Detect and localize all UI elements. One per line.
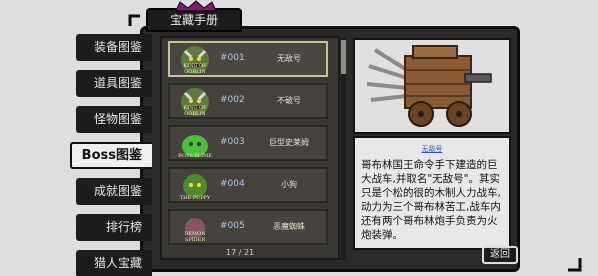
boss-number: #002: [220, 95, 245, 105]
nav-item-leaderboard[interactable]: 排行榜: [76, 214, 152, 241]
window-title: 宝藏手册: [169, 13, 218, 27]
boss-detail-info: 无敌号 哥布林国王命令手下建造的巨大战车,并取名"无敌号"。其实只是个松的很的木…: [353, 136, 511, 250]
boss-number: #005: [220, 221, 245, 231]
list-scrollbar[interactable]: [341, 38, 346, 260]
nav-item-label: 道具图鉴: [93, 76, 142, 90]
nav-item-hunter-treasure[interactable]: 猎人宝藏: [76, 250, 152, 276]
corner-decoration-tl: [128, 14, 140, 26]
boss-number: #001: [220, 53, 245, 63]
scrollbar-thumb[interactable]: [341, 40, 346, 74]
nav-item-label: 成就图鉴: [93, 184, 142, 198]
back-button-label: 返回: [490, 249, 510, 260]
nav-item-label: 装备图鉴: [93, 40, 142, 54]
portrait-label: BOSS SLIME: [178, 153, 212, 159]
nav-item-label: 怪物图鉴: [93, 112, 142, 126]
nav-item-items[interactable]: 道具图鉴: [76, 70, 152, 97]
nav-item-equipment[interactable]: 装备图鉴: [76, 34, 152, 61]
crown-icon: [175, 0, 217, 12]
category-nav: 装备图鉴 道具图鉴 怪物图鉴 Boss图鉴 成就图鉴 排行榜 猎人宝藏: [70, 34, 152, 276]
boss-number: #004: [220, 179, 245, 189]
boss-list-item[interactable]: DEMON SPIDER #005 恶魔蜘蛛: [168, 209, 328, 245]
corner-decoration-br: [568, 258, 582, 272]
boss-list-panel: KING OF GOBLIN #001 无敌号 KING OF GOBLIN #…: [160, 36, 340, 260]
boss-description: 哥布林国王命令手下建造的巨大战车,并取名"无敌号"。其实只是个松的很的木制人力战…: [361, 159, 501, 241]
boss-name: 小狗: [281, 180, 297, 189]
boss-name: 无敌号: [277, 54, 301, 63]
portrait-label: DEMON SPIDER: [184, 231, 206, 243]
boss-list-item[interactable]: KING OF GOBLIN #001 无敌号: [168, 41, 328, 77]
boss-list-item[interactable]: THE PUPPY #004 小狗: [168, 167, 328, 203]
portrait-label: THE PUPPY: [179, 195, 211, 201]
portrait-label: KING OF GOBLIN: [183, 105, 207, 117]
boss-detail-name[interactable]: 无敌号: [355, 144, 509, 154]
nav-item-label: Boss图鉴: [81, 148, 142, 163]
page-indicator: 17 / 21: [226, 248, 255, 257]
window-title-tab: 宝藏手册: [146, 0, 242, 32]
war-chariot-image: [366, 45, 492, 127]
boss-number: #003: [220, 137, 245, 147]
back-button[interactable]: 返回: [482, 246, 518, 264]
boss-detail-image: [353, 38, 511, 134]
nav-item-achievements[interactable]: 成就图鉴: [76, 178, 152, 205]
boss-name: 恶魔蜘蛛: [273, 222, 305, 231]
nav-item-label: 排行榜: [105, 220, 142, 234]
nav-item-label: 猎人宝藏: [93, 256, 142, 270]
boss-name: 不破号: [277, 96, 301, 105]
nav-item-monsters[interactable]: 怪物图鉴: [76, 106, 152, 133]
boss-list-item[interactable]: KING OF GOBLIN #002 不破号: [168, 83, 328, 119]
boss-name: 巨型史莱姆: [269, 138, 309, 147]
portrait-label: KING OF GOBLIN: [183, 63, 207, 75]
nav-item-boss[interactable]: Boss图鉴: [70, 142, 152, 169]
boss-list-item[interactable]: BOSS SLIME #003 巨型史莱姆: [168, 125, 328, 161]
